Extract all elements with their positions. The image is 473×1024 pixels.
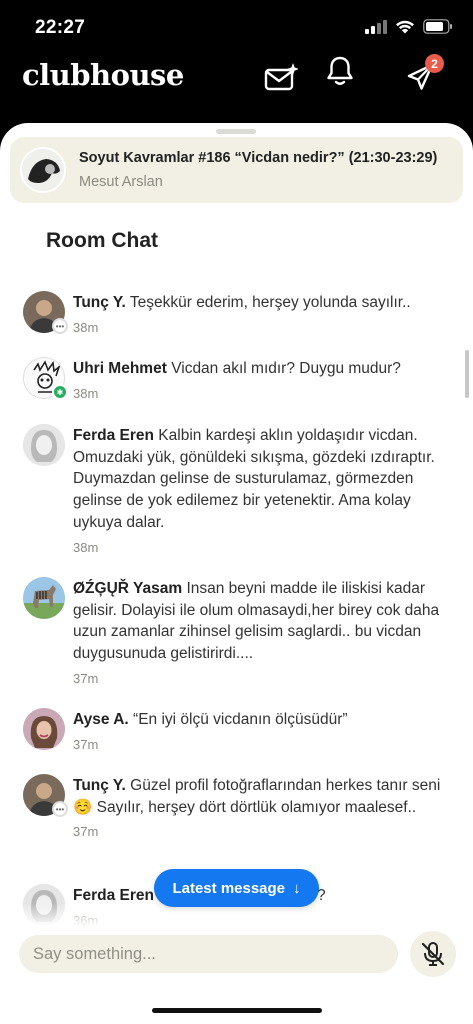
avatar[interactable] — [23, 708, 65, 750]
mic-off-icon — [421, 942, 445, 966]
sheet-grabber[interactable] — [216, 129, 256, 134]
battery-icon — [423, 19, 452, 34]
message-time: 38m — [73, 319, 99, 335]
app-header: clubhouse 2 — [0, 54, 473, 120]
status-time: 22:27 — [35, 17, 86, 38]
avatar[interactable] — [23, 577, 65, 619]
message-author[interactable]: Ferda Eren — [73, 887, 154, 904]
message-time: 38m — [73, 539, 99, 555]
mute-button[interactable] — [410, 931, 456, 977]
message-text: Güzel profil fotoğraflarından herkes tan… — [73, 777, 441, 816]
clubhouse-logo[interactable]: clubhouse — [22, 58, 184, 92]
home-indicator — [152, 1008, 322, 1013]
message-author[interactable]: Ayse A. — [73, 711, 129, 728]
new-message-icon — [264, 63, 298, 91]
room-host: Mesut Arslan — [79, 174, 163, 190]
message-time: 37m — [73, 670, 99, 686]
latest-message-label: Latest message — [172, 879, 286, 897]
message-author[interactable]: Uhri Mehmet — [73, 360, 167, 377]
chat-bubble-icon: ••• — [52, 318, 68, 334]
room-card[interactable]: Soyut Kavramlar #186 “Vicdan nedir?” (21… — [10, 137, 463, 203]
messages-button[interactable]: 2 — [404, 54, 444, 94]
latest-message-button[interactable]: Latest message ↓ — [154, 869, 319, 907]
status-bar: 22:27 — [0, 0, 473, 56]
status-icons — [365, 19, 453, 34]
wifi-icon — [396, 20, 414, 33]
message-author[interactable]: Tunç Y. — [73, 294, 126, 311]
message-text: Vicdan akıl mıdır? Duygu mudur? — [171, 360, 401, 377]
room-title: Soyut Kavramlar #186 “Vicdan nedir?” (21… — [79, 150, 438, 166]
message-text: “En iyi ölçü vicdanın ölçüsüdür” — [133, 711, 348, 728]
room-chat-sheet: Soyut Kavramlar #186 “Vicdan nedir?” (21… — [0, 123, 473, 1024]
message-time: 37m — [73, 736, 99, 752]
chat-input-container — [19, 935, 398, 973]
new-member-icon: ✱ — [52, 384, 68, 400]
message-time: 37m — [73, 824, 99, 840]
notifications-badge: 2 — [425, 54, 444, 73]
scrollbar[interactable] — [465, 350, 469, 398]
avatar[interactable] — [23, 424, 65, 466]
new-message-button[interactable] — [264, 60, 298, 94]
room-host-avatar — [20, 147, 66, 193]
message-author[interactable]: Ferda Eren — [73, 427, 154, 444]
chat-input[interactable] — [19, 935, 398, 973]
notifications-button[interactable] — [323, 54, 357, 88]
arrow-down-icon: ↓ — [293, 879, 301, 897]
message-author[interactable]: Tunç Y. — [73, 777, 126, 794]
message-author[interactable]: ØŹĢŲŘ Yasam — [73, 580, 182, 597]
bell-icon — [327, 56, 353, 85]
message-text: Teşekkür ederim, herşey yolunda sayılır.… — [129, 294, 411, 311]
chat-bubble-icon: ••• — [52, 801, 68, 817]
message-time: 38m — [73, 385, 99, 401]
room-chat-heading: Room Chat — [46, 229, 158, 252]
signal-icon — [365, 19, 387, 34]
